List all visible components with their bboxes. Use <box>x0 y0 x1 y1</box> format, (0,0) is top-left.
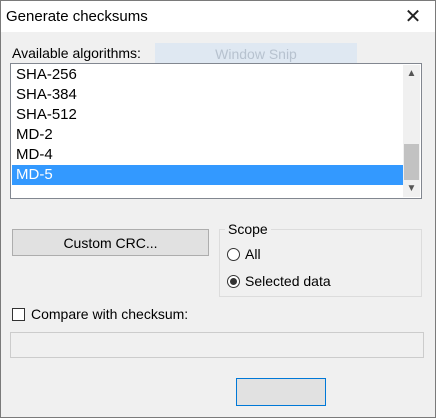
list-item-sha-384[interactable]: SHA-384 <box>12 85 403 105</box>
ok-button[interactable] <box>236 378 326 406</box>
close-icon[interactable]: ✕ <box>390 0 436 32</box>
scope-title: Scope <box>225 221 271 237</box>
compare-label: Compare with checksum: <box>31 306 189 322</box>
radio-all[interactable] <box>227 247 240 261</box>
scope-all-option[interactable]: All <box>227 246 261 262</box>
list-item-md-5[interactable]: MD-5 <box>12 165 403 185</box>
window-snip-overlay: Window Snip <box>155 43 357 65</box>
checksum-input[interactable] <box>10 332 424 358</box>
list-item-sha-512[interactable]: SHA-512 <box>12 105 403 125</box>
radio-selected-label: Selected data <box>245 273 331 289</box>
list-item-md-4[interactable]: MD-4 <box>12 145 403 165</box>
radio-all-label: All <box>245 246 261 262</box>
window-title: Generate checksums <box>6 8 148 25</box>
scroll-down-icon[interactable]: ▼ <box>403 180 420 197</box>
compare-checkbox-row[interactable]: Compare with checksum: <box>12 306 188 322</box>
scroll-thumb[interactable] <box>404 144 419 180</box>
compare-checkbox[interactable] <box>12 307 25 321</box>
list-item-md-2[interactable]: MD-2 <box>12 125 403 145</box>
scroll-up-icon[interactable]: ▲ <box>403 65 420 82</box>
scope-selected-option[interactable]: Selected data <box>227 273 331 289</box>
list-item-sha-256[interactable]: SHA-256 <box>12 65 403 85</box>
radio-selected-data[interactable] <box>227 274 240 288</box>
title-bar: Generate checksums ✕ <box>0 0 436 32</box>
custom-crc-button[interactable]: Custom CRC... <box>12 229 209 256</box>
algorithms-listbox[interactable]: SHA-256 SHA-384 SHA-512 MD-2 MD-4 MD-5 ▲… <box>10 63 422 199</box>
algorithms-label: Available algorithms: <box>12 45 141 61</box>
list-scrollbar[interactable]: ▲ ▼ <box>403 65 420 197</box>
